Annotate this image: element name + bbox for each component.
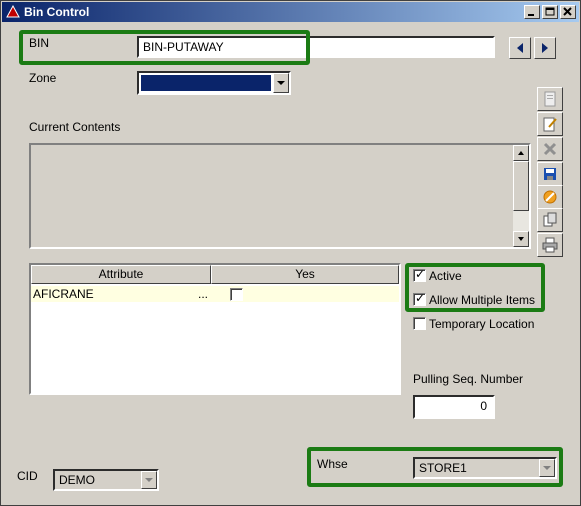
cid-dropdown[interactable]: DEMO bbox=[53, 469, 159, 491]
save-button[interactable] bbox=[537, 162, 563, 186]
next-record-button[interactable] bbox=[534, 37, 556, 59]
chevron-down-icon bbox=[543, 466, 551, 470]
chevron-down-icon bbox=[145, 478, 153, 482]
edit-icon bbox=[543, 117, 557, 132]
contents-label: Current Contents bbox=[29, 120, 121, 134]
zone-dropdown[interactable] bbox=[137, 71, 291, 95]
chevron-down-icon bbox=[277, 81, 285, 85]
bin-control-window: Bin Control BIN BIN-PUTAWAY Zone Current… bbox=[0, 0, 581, 506]
whse-selected-value: STORE1 bbox=[419, 461, 467, 475]
arrow-up-icon bbox=[518, 151, 524, 155]
print-icon bbox=[542, 237, 558, 253]
temporary-location-label: Temporary Location bbox=[429, 317, 535, 331]
scroll-down-button[interactable] bbox=[513, 231, 529, 247]
whse-dropdown-button[interactable] bbox=[539, 459, 555, 477]
edit-button[interactable] bbox=[537, 112, 563, 136]
minimize-button[interactable] bbox=[524, 5, 540, 19]
arrow-down-icon bbox=[518, 237, 524, 241]
maximize-button[interactable] bbox=[542, 5, 558, 19]
pulling-seq-field[interactable]: 0 bbox=[413, 395, 495, 419]
cid-label: CID bbox=[17, 469, 38, 483]
title-bar[interactable]: Bin Control bbox=[2, 2, 579, 22]
prev-record-button[interactable] bbox=[509, 37, 531, 59]
close-icon bbox=[563, 7, 572, 16]
contents-list[interactable] bbox=[29, 143, 531, 249]
whse-dropdown[interactable]: STORE1 bbox=[413, 457, 557, 479]
table-row[interactable]: AFICRANE ... bbox=[31, 286, 399, 302]
temporary-location-checkbox[interactable] bbox=[413, 317, 426, 330]
new-icon bbox=[544, 91, 556, 107]
attribute-lookup-button[interactable]: ... bbox=[198, 287, 208, 301]
arrow-right-icon bbox=[542, 43, 548, 53]
app-icon bbox=[6, 5, 20, 18]
contents-scrollbar[interactable] bbox=[513, 145, 529, 247]
bin-highlight bbox=[19, 30, 310, 65]
scroll-up-button[interactable] bbox=[513, 145, 529, 161]
cid-selected-value: DEMO bbox=[59, 473, 95, 487]
scroll-thumb[interactable] bbox=[513, 161, 529, 211]
attribute-yes-checkbox[interactable] bbox=[230, 288, 243, 301]
cancel-button[interactable] bbox=[537, 185, 563, 209]
active-label: Active bbox=[429, 269, 462, 283]
copy-icon bbox=[543, 212, 557, 227]
zone-selected-value bbox=[141, 75, 271, 91]
delete-icon bbox=[543, 142, 557, 156]
column-header-attribute[interactable]: Attribute bbox=[31, 265, 211, 284]
close-button[interactable] bbox=[560, 5, 576, 19]
cid-dropdown-button[interactable] bbox=[141, 471, 157, 489]
attribute-name: AFICRANE bbox=[33, 287, 94, 301]
maximize-icon bbox=[545, 7, 555, 16]
arrow-left-icon bbox=[517, 43, 523, 53]
copy-button[interactable] bbox=[537, 208, 563, 232]
save-icon bbox=[544, 168, 556, 180]
attribute-grid[interactable]: Attribute Yes AFICRANE ... bbox=[29, 263, 401, 395]
window-title: Bin Control bbox=[24, 5, 90, 19]
allow-multiple-checkbox[interactable]: ✓ bbox=[413, 291, 426, 306]
zone-label: Zone bbox=[29, 71, 57, 85]
minimize-icon bbox=[528, 14, 534, 16]
whse-label: Whse bbox=[317, 457, 348, 471]
zone-dropdown-button[interactable] bbox=[273, 73, 289, 93]
column-header-yes[interactable]: Yes bbox=[211, 265, 399, 284]
delete-button[interactable] bbox=[537, 137, 563, 161]
new-button[interactable] bbox=[537, 87, 563, 111]
print-button[interactable] bbox=[537, 233, 563, 257]
cancel-icon bbox=[543, 190, 557, 204]
allow-multiple-label: Allow Multiple Items bbox=[429, 293, 536, 307]
pulling-seq-label: Pulling Seq. Number bbox=[413, 372, 524, 386]
active-checkbox[interactable]: ✓ bbox=[413, 267, 426, 282]
